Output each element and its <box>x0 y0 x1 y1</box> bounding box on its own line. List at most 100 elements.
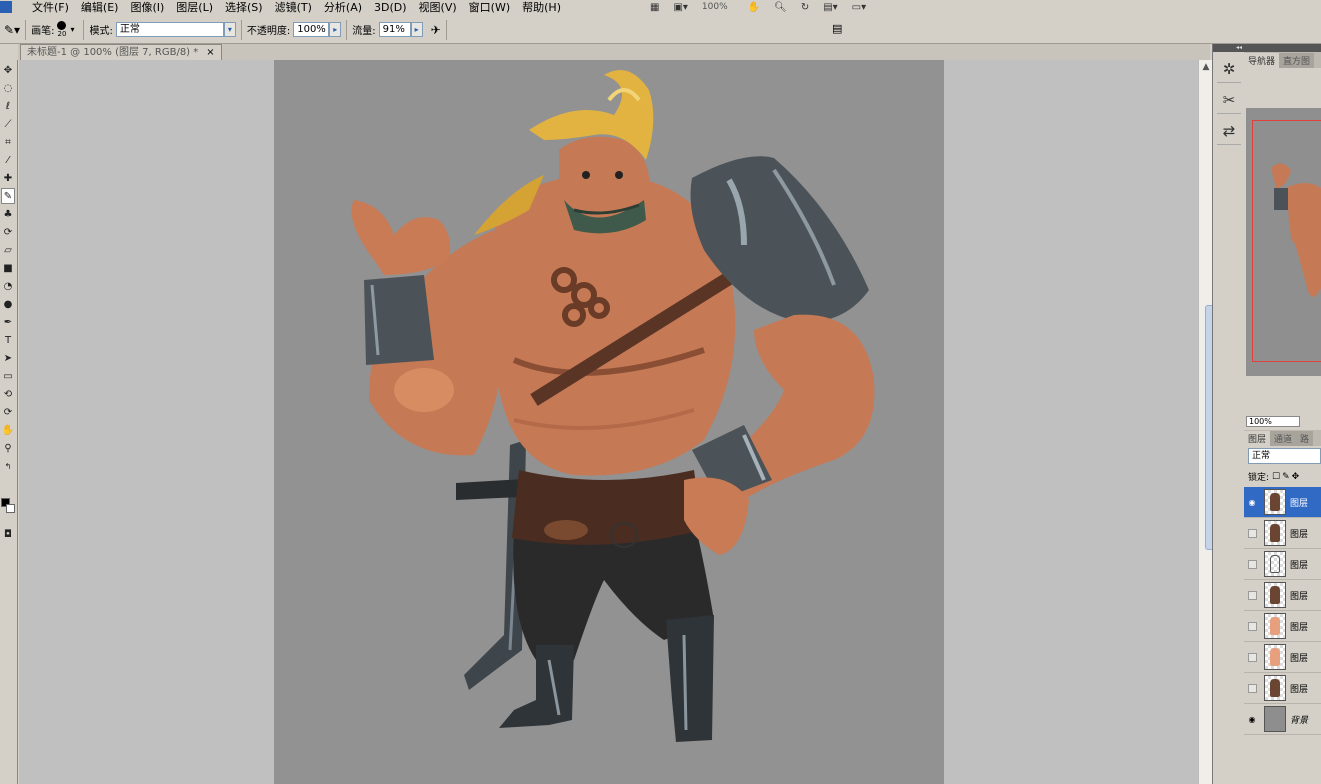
menu-item-0[interactable]: 文件(F) <box>26 2 75 13</box>
quick-mask-icon[interactable]: ◘ <box>1 526 15 542</box>
history-brush-tool-icon[interactable]: ⟳ <box>1 224 15 240</box>
zoom-tool-icon[interactable]: 🔍︎ <box>774 2 787 13</box>
lock-row: 锁定: ☐ ✎ ✥ <box>1248 470 1300 484</box>
airbrush-icon[interactable]: ✈ <box>431 23 441 37</box>
gradient-tool-icon[interactable]: ■ <box>1 260 15 276</box>
layers-tab-2[interactable]: 路 <box>1296 431 1314 446</box>
layer-row[interactable]: ◉ 图层 <box>1244 487 1321 518</box>
navigator-view-box[interactable] <box>1252 120 1321 362</box>
navigator-preview[interactable] <box>1246 108 1321 376</box>
menu-item-9[interactable]: 窗口(W) <box>463 2 516 13</box>
clone-source-icon[interactable]: ✂ <box>1217 86 1241 114</box>
opacity-field[interactable]: 100% <box>293 22 330 37</box>
shape-tool-icon[interactable]: ▭ <box>1 368 15 384</box>
layer-row[interactable]: 图层 <box>1244 673 1321 704</box>
toggle-brush-panel-icon[interactable]: ▤ <box>832 22 842 35</box>
history-icon[interactable]: ⇄ <box>1217 117 1241 145</box>
chevron-down-icon[interactable]: ▾ <box>70 25 74 34</box>
layer-thumbnail <box>1264 551 1286 577</box>
crop-tool-icon[interactable]: ⌗ <box>1 134 15 150</box>
lasso-tool-icon[interactable]: ℓ <box>1 98 15 114</box>
mode-dropdown-button[interactable]: ▾ <box>223 22 236 37</box>
type-tool-icon[interactable]: T <box>1 332 15 348</box>
lock-image-icon[interactable]: ✎ <box>1282 472 1290 482</box>
layer-row[interactable]: 图层 <box>1244 611 1321 642</box>
navigator-tab-0[interactable]: 导航器 <box>1244 53 1280 68</box>
layer-row[interactable]: 图层 <box>1244 580 1321 611</box>
opacity-slider-button[interactable]: ▸ <box>329 22 342 37</box>
layer-name: 图层 <box>1290 529 1309 540</box>
menu-item-4[interactable]: 选择(S) <box>219 2 269 13</box>
dodge-tool-icon[interactable]: ● <box>1 296 15 312</box>
layer-row[interactable]: 图层 <box>1244 518 1321 549</box>
zoom-level-select[interactable]: 100% <box>702 2 728 12</box>
brush-preset-picker[interactable]: 20 <box>57 21 67 38</box>
vertical-scrollbar[interactable]: ▲ <box>1198 60 1215 784</box>
move-tool-icon[interactable]: ✥ <box>1 62 15 78</box>
layer-row[interactable]: 图层 <box>1244 642 1321 673</box>
hand-tool-icon[interactable]: ✋ <box>748 2 760 13</box>
menu-item-10[interactable]: 帮助(H) <box>516 2 567 13</box>
3d-rotate-tool-icon[interactable]: ⟲ <box>1 386 15 402</box>
menu-item-8[interactable]: 视图(V) <box>413 2 463 13</box>
menu-item-5[interactable]: 滤镜(T) <box>269 2 318 13</box>
visibility-toggle[interactable] <box>1244 556 1260 572</box>
navigator-tab-1[interactable]: 直方图 <box>1279 53 1315 68</box>
lock-position-icon[interactable]: ✥ <box>1292 472 1300 482</box>
visibility-toggle[interactable] <box>1244 587 1260 603</box>
eraser-tool-icon[interactable]: ▱ <box>1 242 15 258</box>
menu-item-7[interactable]: 3D(D) <box>368 2 413 13</box>
eye-icon[interactable]: ◉ <box>1244 494 1260 510</box>
layer-row[interactable]: ◉ 背景 <box>1244 704 1321 735</box>
path-selection-tool-icon[interactable]: ➤ <box>1 350 15 366</box>
visibility-toggle[interactable] <box>1244 680 1260 696</box>
brush-tool-icon[interactable]: ✎ <box>1 188 15 204</box>
healing-brush-tool-icon[interactable]: ✚ <box>1 170 15 186</box>
brush-presets-icon[interactable]: ✲ <box>1217 55 1241 83</box>
document-tab-bar: 未标题-1 @ 100% (图层 7, RGB/8) * × <box>18 44 1210 60</box>
navigator-zoom-field[interactable]: 100% <box>1246 416 1300 427</box>
pen-tool-icon[interactable]: ✒ <box>1 314 15 330</box>
flow-field[interactable]: 91% <box>378 22 411 37</box>
brush-tool-preset-icon[interactable]: ✎▾ <box>4 23 20 37</box>
quick-selection-tool-icon[interactable]: ⟋ <box>1 116 15 132</box>
layer-row[interactable]: 图层 <box>1244 549 1321 580</box>
visibility-toggle[interactable] <box>1244 649 1260 665</box>
visibility-toggle[interactable] <box>1244 525 1260 541</box>
swap-colors-icon[interactable]: ↰ <box>1 458 15 474</box>
belt-shape <box>512 470 702 548</box>
blur-tool-icon[interactable]: ◔ <box>1 278 15 294</box>
3d-orbit-tool-icon[interactable]: ⟳ <box>1 404 15 420</box>
layers-tab-1[interactable]: 通道 <box>1270 431 1297 446</box>
zoom-tool-icon[interactable]: ⚲ <box>1 440 15 456</box>
document-canvas[interactable] <box>274 60 944 784</box>
background-color-swatch[interactable] <box>6 504 15 513</box>
eyedropper-tool-icon[interactable]: ⁄ <box>1 152 15 168</box>
visibility-toggle[interactable] <box>1244 618 1260 634</box>
eye-icon[interactable]: ◉ <box>1244 711 1260 727</box>
clone-stamp-tool-icon[interactable]: ♣ <box>1 206 15 222</box>
lock-transparent-icon[interactable]: ☐ <box>1272 472 1280 482</box>
scroll-up-arrow-icon[interactable]: ▲ <box>1199 60 1213 74</box>
mode-select[interactable]: 正常 <box>115 22 224 37</box>
navigator-tabs: 导航器 直方图 <box>1244 52 1321 68</box>
menu-item-1[interactable]: 编辑(E) <box>75 2 125 13</box>
bridge-icon[interactable]: ▦ <box>650 2 659 13</box>
flow-slider-button[interactable]: ▸ <box>410 22 423 37</box>
menu-item-2[interactable]: 图像(I) <box>124 2 170 13</box>
view-extras-icon[interactable]: ▣▾ <box>673 2 687 13</box>
photoshop-app-icon[interactable] <box>0 1 12 13</box>
collapse-dock-icon[interactable]: ◂◂ <box>1213 44 1244 52</box>
rotate-view-icon[interactable]: ↻ <box>801 2 809 13</box>
menu-item-3[interactable]: 图层(L) <box>170 2 219 13</box>
layers-tab-0[interactable]: 图层 <box>1244 431 1271 446</box>
blend-mode-select[interactable]: 正常 <box>1248 448 1321 464</box>
canvas-workspace[interactable] <box>19 60 1198 784</box>
arrange-documents-icon[interactable]: ▤▾ <box>823 2 837 13</box>
marquee-tool-icon[interactable]: ◌ <box>1 80 15 96</box>
close-icon[interactable]: × <box>206 46 214 60</box>
document-tab[interactable]: 未标题-1 @ 100% (图层 7, RGB/8) * × <box>20 44 222 60</box>
hand-tool-icon[interactable]: ✋ <box>1 422 15 438</box>
screen-mode-icon[interactable]: ▭▾ <box>852 2 866 13</box>
menu-item-6[interactable]: 分析(A) <box>318 2 368 13</box>
